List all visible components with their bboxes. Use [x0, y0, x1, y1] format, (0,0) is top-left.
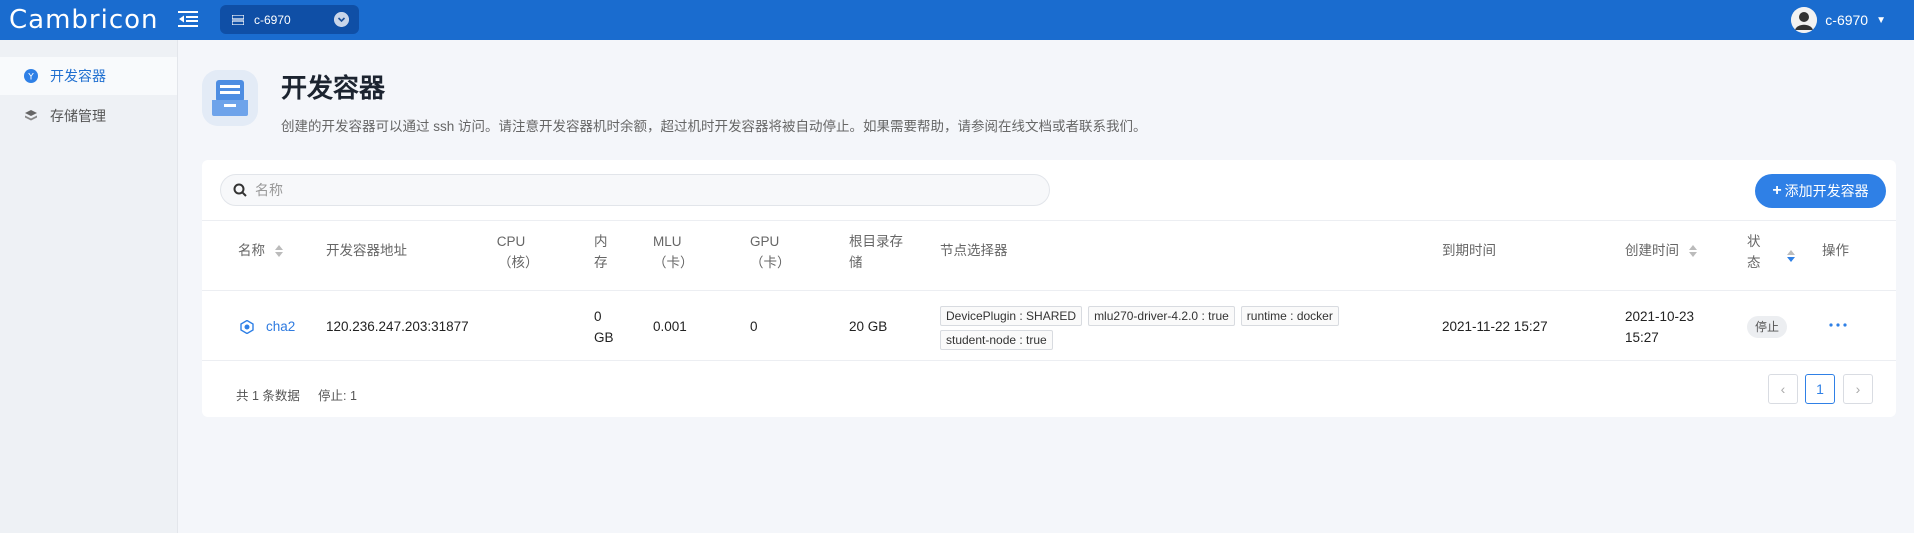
- divider: [202, 360, 1896, 361]
- node-selector-tag: mlu270-driver-4.2.0 : true: [1088, 306, 1235, 326]
- page-title: 开发容器: [281, 74, 386, 104]
- svg-text:Y: Y: [27, 73, 34, 83]
- add-container-button[interactable]: + 添加开发容器: [1755, 174, 1886, 208]
- next-page-button[interactable]: ›: [1843, 374, 1873, 404]
- column-header-memory: 内 存: [594, 231, 608, 273]
- created-date: 2021-10-23: [1625, 309, 1695, 324]
- sort-icon[interactable]: [1787, 250, 1795, 262]
- add-container-label: 添加开发容器: [1784, 183, 1869, 199]
- sidebar-item-label: 开发容器: [50, 68, 106, 84]
- cluster-select[interactable]: c-6970: [220, 5, 359, 34]
- stopped-count: 停止: 1: [318, 389, 357, 403]
- user-name: c-6970: [1825, 12, 1869, 28]
- storage-icon: [25, 110, 37, 121]
- container-status-icon: [240, 320, 254, 334]
- page-description: 创建的开发容器可以通过 ssh 访问。请注意开发容器机时余额，超过机时开发容器将…: [281, 119, 1147, 134]
- page-number-button[interactable]: 1: [1805, 374, 1835, 404]
- sidebar: Y 开发容器 存储管理: [0, 40, 178, 533]
- caret-down-icon: ▼: [1876, 14, 1886, 26]
- node-selector-tag: student-node : true: [940, 330, 1053, 350]
- container-expire-time: 2021-11-22 15:27: [1442, 319, 1548, 334]
- chevron-down-icon[interactable]: [334, 12, 349, 27]
- top-bar: Cambricon c-6970 c-6970 ▼: [0, 0, 1914, 40]
- status-header-line2: 态: [1747, 255, 1761, 270]
- container-address: 120.236.247.203:31877: [326, 319, 469, 334]
- sort-icon[interactable]: [274, 245, 283, 258]
- prev-page-button[interactable]: ‹: [1768, 374, 1798, 404]
- node-selector-tag: DevicePlugin : SHARED: [940, 306, 1083, 326]
- sort-icon[interactable]: [1688, 245, 1697, 258]
- status-header-line1: 状: [1747, 234, 1761, 249]
- gpu-header-line2: （卡）: [750, 255, 791, 270]
- container-name-link[interactable]: cha2: [266, 316, 295, 337]
- cpu-header-line1: CPU: [496, 234, 526, 249]
- column-header-gpu: GPU （卡）: [750, 231, 791, 273]
- more-actions-icon[interactable]: [1828, 322, 1848, 328]
- sidebar-item-storage[interactable]: 存储管理: [0, 97, 177, 135]
- container-root-storage: 20 GB: [849, 319, 888, 334]
- divider: [202, 290, 1896, 291]
- memory-header-line2: 存: [594, 255, 608, 270]
- node-selector-tag: runtime : docker: [1240, 306, 1339, 326]
- column-header-actions: 操作: [1822, 243, 1849, 258]
- cpu-header-line2: （核）: [498, 255, 539, 270]
- plus-icon: +: [1772, 182, 1782, 199]
- search-box[interactable]: [220, 174, 1050, 206]
- mlu-header-line2: （卡）: [653, 255, 694, 270]
- containers-card: + 添加开发容器 名称 开发容器地址 CPU （核） 内 存 MLU （卡） G…: [202, 160, 1896, 417]
- container-memory: 0 GB: [594, 306, 614, 348]
- mlu-header-line1: MLU: [653, 234, 682, 249]
- user-menu[interactable]: c-6970 ▼: [1791, 6, 1886, 34]
- memory-unit: GB: [594, 330, 614, 345]
- cluster-select-value: c-6970: [254, 12, 291, 27]
- created-time: 15:27: [1625, 330, 1659, 345]
- container-icon: Y: [24, 69, 38, 83]
- server-icon: [232, 14, 244, 25]
- container-created-time: 2021-10-23 15:27: [1625, 306, 1694, 348]
- search-input[interactable]: [255, 182, 1035, 198]
- column-header-address: 开发容器地址: [326, 243, 407, 258]
- column-header-cpu: CPU: [496, 231, 526, 252]
- divider: [202, 220, 1896, 221]
- sidebar-item-label: 存储管理: [50, 108, 106, 124]
- root-storage-header-line2: 储: [849, 255, 863, 270]
- root-storage-header-line1: 根目录存: [849, 234, 903, 249]
- avatar: [1791, 7, 1818, 33]
- dev-container-page-icon: [202, 70, 258, 126]
- column-header-name-label: 名称: [238, 243, 265, 258]
- column-header-node-selector: 节点选择器: [940, 243, 1008, 258]
- column-header-created-label: 创建时间: [1625, 243, 1679, 258]
- menu-collapse-icon[interactable]: [178, 9, 200, 29]
- column-header-status[interactable]: 状 态: [1747, 231, 1761, 273]
- memory-header-line1: 内: [594, 234, 608, 249]
- total-count: 共 1 条数据: [236, 389, 300, 403]
- column-header-expire: 到期时间: [1442, 243, 1496, 258]
- container-gpu: 0: [750, 319, 758, 334]
- cambricon-logo[interactable]: Cambricon: [9, 5, 159, 35]
- column-header-name[interactable]: 名称: [238, 240, 283, 261]
- container-mlu: 0.001: [653, 319, 687, 334]
- column-header-root-storage: 根目录存 储: [849, 231, 903, 273]
- search-icon: [233, 183, 247, 197]
- column-header-mlu: MLU （卡）: [653, 231, 694, 273]
- memory-value: 0: [594, 309, 602, 324]
- node-selector-tags: DevicePlugin : SHARED mlu270-driver-4.2.0…: [940, 306, 1380, 354]
- column-header-created[interactable]: 创建时间: [1625, 240, 1697, 261]
- sidebar-item-dev-containers[interactable]: Y 开发容器: [0, 57, 177, 95]
- status-badge: 停止: [1747, 316, 1788, 338]
- gpu-header-line1: GPU: [750, 234, 780, 249]
